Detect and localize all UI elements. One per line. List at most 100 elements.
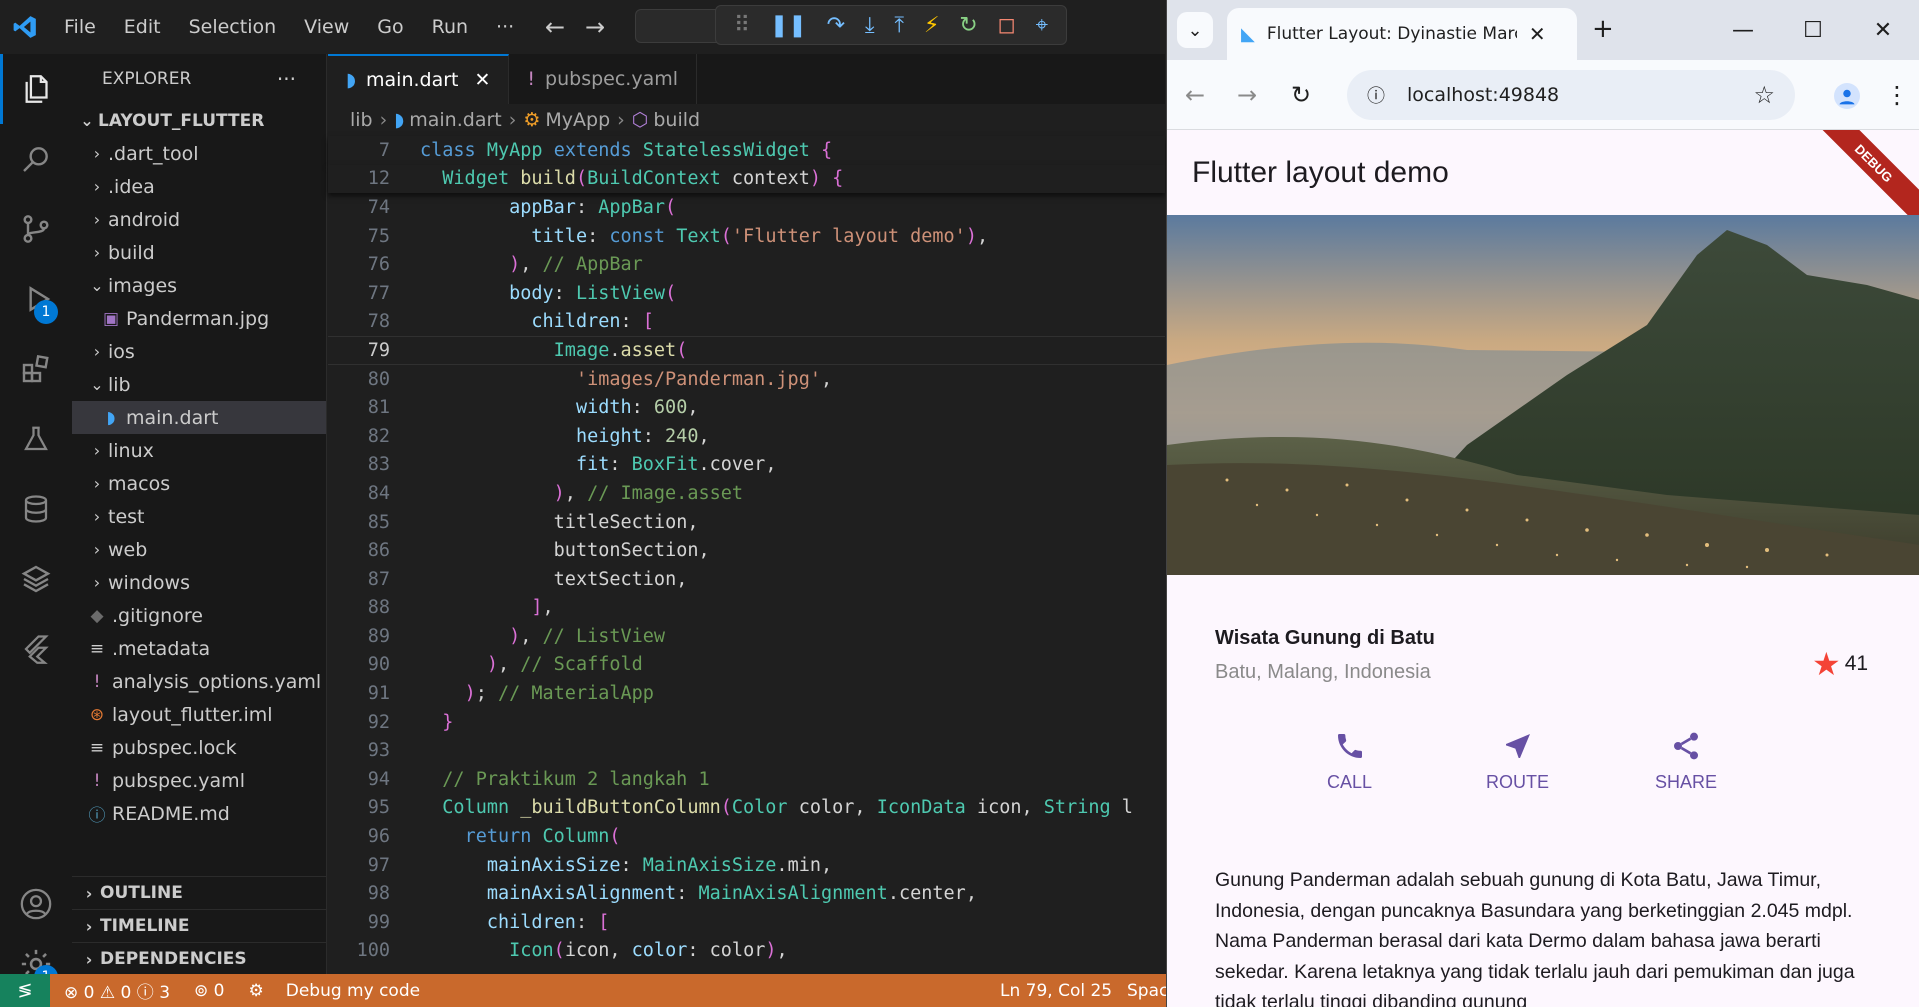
explorer-more-icon[interactable]: ···	[277, 67, 296, 91]
menu-item[interactable]: Selection	[175, 16, 291, 38]
run-debug-icon[interactable]: 1	[0, 264, 72, 334]
code-line[interactable]: 100 Icon(icon, color: color),	[328, 937, 1165, 966]
code-line[interactable]: 81 width: 600,	[328, 393, 1165, 422]
code-line[interactable]: 77 body: ListView(	[328, 279, 1165, 308]
code-line[interactable]: 87 textSection,	[328, 565, 1165, 594]
section-dependencies[interactable]: › DEPENDENCIES	[72, 942, 327, 975]
tree-item[interactable]: › .dart_tool	[72, 137, 326, 170]
call-button[interactable]: CALL	[1327, 730, 1372, 793]
breadcrumb-item[interactable]: MyApp	[545, 109, 610, 131]
tree-item[interactable]: ⌄ images	[72, 269, 326, 302]
code-line[interactable]: 86 buttonSection,	[328, 536, 1165, 565]
remote-icon[interactable]: ≶	[0, 974, 50, 1007]
code-line[interactable]: 88 ],	[328, 594, 1165, 623]
browser-forward-icon[interactable]: →	[1237, 81, 1257, 109]
code-line[interactable]: 79 Image.asset(	[328, 336, 1165, 365]
menu-item[interactable]: File	[50, 16, 110, 38]
tab-close-icon[interactable]: ✕	[475, 69, 491, 91]
tree-item[interactable]: › web	[72, 533, 326, 566]
stop-icon[interactable]: ◻	[998, 13, 1016, 38]
profile-avatar-icon[interactable]	[1834, 83, 1860, 109]
extensions-icon[interactable]	[0, 334, 72, 404]
tree-item[interactable]: ⌄ lib	[72, 368, 326, 401]
tab-search-icon[interactable]: ⌄	[1177, 12, 1213, 48]
code-line[interactable]: 83 fit: BoxFit.cover,	[328, 451, 1165, 480]
code-line[interactable]: 98 mainAxisAlignment: MainAxisAlignment.…	[328, 879, 1165, 908]
code-line[interactable]: 91 ); // MaterialApp	[328, 679, 1165, 708]
pause-icon[interactable]: ❚❚	[770, 13, 807, 38]
code-line[interactable]: 76 ), // AppBar	[328, 250, 1165, 279]
browser-back-icon[interactable]: ←	[1185, 81, 1205, 109]
breadcrumb-item[interactable]: lib	[350, 109, 373, 131]
share-button[interactable]: SHARE	[1655, 730, 1717, 793]
code-line[interactable]: 7 class MyApp extends StatelessWidget {	[328, 136, 1165, 165]
code-line[interactable]: 12 Widget build(BuildContext context) {	[328, 164, 1165, 194]
code-line[interactable]: 96 return Column(	[328, 822, 1165, 851]
debug-status-icon[interactable]: ⚙	[249, 981, 264, 1001]
code-line[interactable]: 85 titleSection,	[328, 508, 1165, 537]
tree-item[interactable]: ▣ Panderman.jpg	[72, 302, 326, 335]
tree-item[interactable]: › .idea	[72, 170, 326, 203]
tree-item[interactable]: ≡ .metadata	[72, 632, 326, 665]
section-timeline[interactable]: › TIMELINE	[72, 909, 327, 942]
debug-status-label[interactable]: Debug my code	[286, 981, 420, 1001]
nav-back-icon[interactable]: ←	[545, 13, 565, 41]
step-out-icon[interactable]: ⤒	[894, 13, 904, 38]
bookmark-star-icon[interactable]: ☆	[1753, 81, 1775, 109]
reload-icon[interactable]: ↻	[1291, 81, 1311, 109]
cursor-position[interactable]: Ln 79, Col 25	[1000, 981, 1112, 1001]
code-line[interactable]: 99 children: [	[328, 908, 1165, 937]
menu-item[interactable]: View	[290, 16, 363, 38]
menu-item[interactable]: Go	[363, 16, 417, 38]
maximize-icon[interactable]: ☐	[1779, 0, 1847, 60]
nav-forward-icon[interactable]: →	[585, 13, 605, 41]
tree-item[interactable]: › test	[72, 500, 326, 533]
code-line[interactable]: 82 height: 240,	[328, 422, 1165, 451]
tree-item[interactable]: ≡ pubspec.lock	[72, 731, 326, 764]
breadcrumb-item[interactable]: main.dart	[409, 109, 501, 131]
breadcrumb-item[interactable]: build	[653, 109, 700, 131]
tree-item[interactable]: ⓘ README.md	[72, 797, 326, 830]
flutter-icon[interactable]	[0, 614, 72, 684]
layers-icon[interactable]	[0, 544, 72, 614]
new-tab-icon[interactable]: +	[1592, 14, 1614, 44]
tree-item[interactable]: › windows	[72, 566, 326, 599]
code-line[interactable]: 84 ), // Image.asset	[328, 479, 1165, 508]
devtools-icon[interactable]: ⌖	[1036, 13, 1048, 38]
minimize-icon[interactable]: —	[1709, 0, 1777, 60]
code-line[interactable]: 94 // Praktikum 2 langkah 1	[328, 765, 1165, 794]
tree-item[interactable]: ⊛ layout_flutter.iml	[72, 698, 326, 731]
code-line[interactable]: 75 title: const Text('Flutter layout dem…	[328, 222, 1165, 251]
address-bar[interactable]: ⓘ localhost:49848 ☆	[1347, 70, 1795, 120]
tree-item[interactable]: › ios	[72, 335, 326, 368]
tab-main-dart[interactable]: ◗ main.dart ✕	[328, 54, 510, 104]
step-into-icon[interactable]: ⤓	[865, 13, 875, 38]
code-line[interactable]: 92 }	[328, 708, 1165, 737]
restart-icon[interactable]: ↻	[959, 13, 977, 38]
search-icon[interactable]	[0, 124, 72, 194]
step-over-icon[interactable]: ↷	[827, 13, 845, 38]
tree-item[interactable]: ! pubspec.yaml	[72, 764, 326, 797]
tree-item[interactable]: › android	[72, 203, 326, 236]
source-control-icon[interactable]	[0, 194, 72, 264]
testing-icon[interactable]	[0, 404, 72, 474]
tree-item[interactable]: › build	[72, 236, 326, 269]
code-line[interactable]: 80 'images/Panderman.jpg',	[328, 365, 1165, 394]
tree-item[interactable]: › macos	[72, 467, 326, 500]
drag-handle-icon[interactable]: ⠿	[734, 13, 750, 38]
menu-item[interactable]: ···	[482, 16, 528, 38]
tree-item[interactable]: ◆ .gitignore	[72, 599, 326, 632]
code-line[interactable]: 93	[328, 736, 1165, 765]
code-line[interactable]: 74 appBar: AppBar(	[328, 193, 1165, 222]
tab-close-icon[interactable]: ✕	[1529, 22, 1546, 46]
code-editor[interactable]: 7 class MyApp extends StatelessWidget {12…	[328, 136, 1165, 965]
site-info-icon[interactable]: ⓘ	[1367, 82, 1385, 108]
database-icon[interactable]	[0, 474, 72, 544]
code-line[interactable]: 78 children: [	[328, 308, 1165, 337]
browser-tab[interactable]: ◣ Flutter Layout: Dyinastie Marche ✕	[1227, 8, 1577, 60]
route-button[interactable]: ROUTE	[1486, 730, 1549, 793]
indentation-status[interactable]: Spac	[1127, 981, 1168, 1001]
tree-item[interactable]: ◗ main.dart	[72, 401, 326, 434]
ports-status[interactable]: ⊚ 0	[194, 981, 224, 1001]
code-line[interactable]: 97 mainAxisSize: MainAxisSize.min,	[328, 851, 1165, 880]
